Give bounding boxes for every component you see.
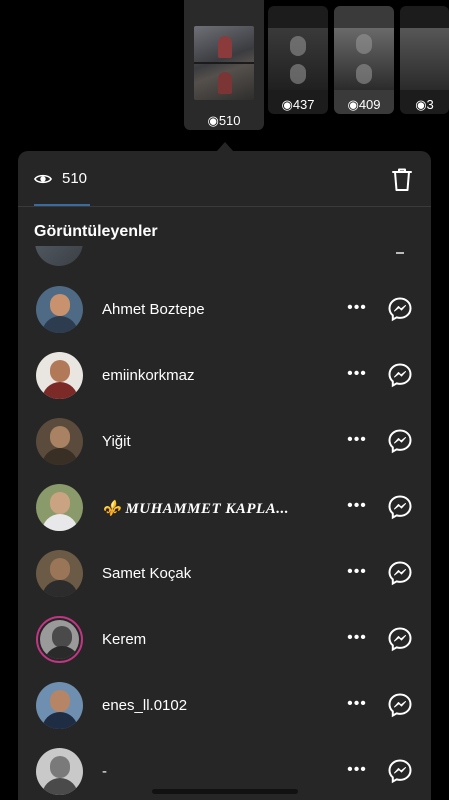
viewer-row[interactable]: enes_ll.0102 •••: [18, 672, 431, 738]
eye-icon: ◉: [281, 97, 293, 112]
viewer-row[interactable]: Yiğit •••: [18, 408, 431, 474]
view-count: 510: [62, 170, 88, 187]
messenger-icon[interactable]: [387, 560, 413, 586]
messenger-icon[interactable]: [387, 692, 413, 718]
messenger-icon[interactable]: [387, 428, 413, 454]
panel-header: 510: [18, 151, 431, 206]
avatar[interactable]: [36, 418, 83, 465]
more-options-icon[interactable]: •••: [346, 562, 368, 582]
eye-icon: ◉: [207, 113, 219, 128]
viewer-name[interactable]: Samet Koçak: [102, 565, 191, 582]
viewer-row[interactable]: Ahmet Boztepe •••: [18, 276, 431, 342]
more-options-icon[interactable]: •••: [346, 496, 368, 516]
messenger-icon[interactable]: [387, 362, 413, 388]
viewer-row[interactable]: Samet Koçak •••: [18, 540, 431, 606]
avatar[interactable]: [36, 682, 83, 729]
eye-icon: ◉: [347, 97, 359, 112]
more-options-icon[interactable]: •••: [346, 364, 368, 384]
viewer-name[interactable]: enes_ll.0102: [102, 697, 187, 714]
more-options-icon[interactable]: •••: [346, 760, 368, 780]
eye-icon: ◉: [415, 97, 427, 112]
views-tab[interactable]: 510: [34, 170, 87, 187]
more-options-icon[interactable]: •••: [346, 298, 368, 318]
viewers-panel: 510 Görüntüleyenler Ahmet Boztepe ••• em…: [18, 151, 431, 800]
story-thumbnail-selected[interactable]: ◉510: [184, 0, 264, 130]
viewer-name[interactable]: Kerem: [102, 631, 146, 648]
avatar[interactable]: [36, 286, 83, 333]
avatar[interactable]: [36, 352, 83, 399]
section-title: Görüntüleyenler: [34, 223, 158, 240]
story-view-count: ◉3: [415, 97, 434, 112]
trash-icon[interactable]: [391, 167, 413, 192]
viewer-row[interactable]: Kerem •••: [18, 606, 431, 672]
messenger-icon[interactable]: [387, 494, 413, 520]
messenger-icon[interactable]: [387, 296, 413, 322]
avatar: [35, 246, 83, 266]
avatar[interactable]: [36, 484, 83, 531]
viewer-name[interactable]: Ahmet Boztepe: [102, 301, 205, 318]
viewer-row[interactable]: emiinkorkmaz •••: [18, 342, 431, 408]
eye-icon: [34, 174, 52, 183]
list-item-partial: [18, 246, 431, 268]
viewer-name[interactable]: -: [102, 763, 107, 780]
avatar-with-story-ring[interactable]: [36, 616, 83, 663]
story-thumbnail[interactable]: ◉3: [400, 6, 449, 114]
story-preview-image: [268, 28, 328, 90]
viewer-name[interactable]: emiinkorkmaz: [102, 367, 195, 384]
story-viewers-screen: ◉510 ◉437 ◉409 ◉3 510 Görüntüleyenler Ah…: [0, 0, 449, 800]
story-preview-image: [400, 28, 449, 90]
avatar[interactable]: [36, 748, 83, 795]
viewer-name[interactable]: Yiğit: [102, 433, 131, 450]
story-preview-image: [194, 26, 254, 100]
more-options-icon[interactable]: •••: [346, 694, 368, 714]
more-options-icon[interactable]: •••: [346, 628, 368, 648]
story-view-count: ◉437: [281, 97, 315, 112]
avatar[interactable]: [36, 550, 83, 597]
viewer-name[interactable]: ⚜️ MUHAMMET KAPLA...: [102, 499, 289, 518]
story-view-count: ◉510: [207, 113, 241, 128]
story-thumbnail[interactable]: ◉409: [334, 6, 394, 114]
separator: [396, 252, 404, 254]
story-preview-image: [334, 28, 394, 90]
story-thumbnails: ◉510 ◉437 ◉409 ◉3: [0, 0, 449, 150]
messenger-icon[interactable]: [387, 626, 413, 652]
more-options-icon[interactable]: •••: [346, 430, 368, 450]
story-thumbnail[interactable]: ◉437: [268, 6, 328, 114]
viewer-row[interactable]: ⚜️ MUHAMMET KAPLA... •••: [18, 474, 431, 540]
story-view-count: ◉409: [347, 97, 381, 112]
header-divider: [18, 206, 431, 207]
home-indicator: [152, 789, 298, 794]
messenger-icon[interactable]: [387, 758, 413, 784]
